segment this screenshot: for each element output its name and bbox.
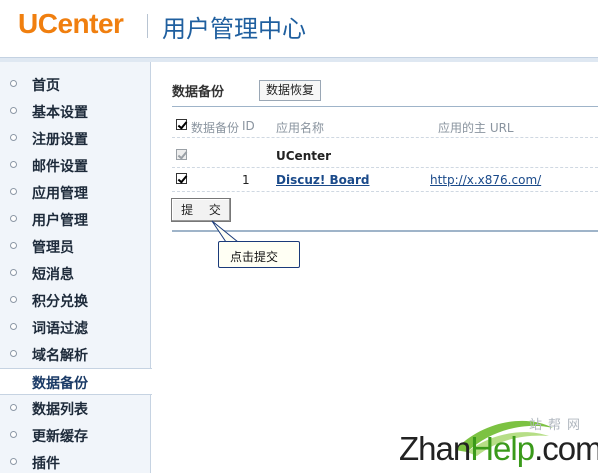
sidebar-item-home[interactable]: 首页 (0, 71, 151, 98)
row-id: 1 (242, 173, 250, 187)
header-divider (147, 14, 148, 38)
sidebar-item-register-settings[interactable]: 注册设置 (0, 125, 151, 152)
sidebar-item-mail-settings[interactable]: 邮件设置 (0, 152, 151, 179)
watermark-suffix: .com (534, 430, 598, 467)
watermark: 站帮网 ZhanHelp.com (393, 412, 598, 473)
section-title: 数据备份 (172, 85, 225, 100)
bullet-icon (10, 107, 17, 114)
row-app-name: UCenter (276, 149, 332, 163)
sidebar-item-label: 域名解析 (32, 348, 88, 364)
sidebar-item-label: 词语过滤 (32, 321, 88, 337)
bullet-icon (10, 134, 17, 141)
sidebar-item-label: 数据列表 (32, 402, 88, 418)
sidebar-item-update-cache[interactable]: 更新缓存 (0, 422, 151, 449)
bullet-icon (10, 215, 17, 222)
column-header-select: 数据备份 (191, 121, 240, 135)
sidebar-item-domain-resolve[interactable]: 域名解析 (0, 341, 151, 368)
submit-button[interactable]: 提 交 (171, 198, 231, 222)
bullet-icon (10, 323, 17, 330)
sidebar-item-label: 邮件设置 (32, 159, 88, 175)
sidebar-item-label: 管理员 (32, 240, 74, 256)
select-all-checkbox[interactable] (176, 119, 187, 130)
bullet-icon (10, 431, 17, 438)
watermark-prefix: Zhan (399, 430, 471, 467)
header: UCenter 用户管理中心 (0, 0, 598, 55)
sidebar-item-label: 基本设置 (32, 105, 88, 121)
sidebar-item-data-list[interactable]: 数据列表 (0, 395, 151, 422)
sidebar-item-label: 数据备份 (32, 376, 88, 392)
sidebar-item-messages[interactable]: 短消息 (0, 260, 151, 287)
sidebar-item-plugins[interactable]: 插件 (0, 449, 151, 473)
sidebar-item-app-management[interactable]: 应用管理 (0, 179, 151, 206)
row-app-url-link[interactable]: http://x.x876.com/ (430, 173, 541, 187)
form-divider (172, 230, 598, 232)
sidebar-item-label: 短消息 (32, 267, 74, 283)
sidebar: 首页 基本设置 注册设置 邮件设置 应用管理 用户管理 管理员 短消息 积分兑换… (0, 62, 152, 473)
callout-text: 点击提交 (230, 250, 279, 264)
submit-hint-callout: 点击提交 (218, 241, 300, 268)
sidebar-item-word-filter[interactable]: 词语过滤 (0, 314, 151, 341)
title-divider (172, 106, 598, 107)
watermark-logo-text: ZhanHelp.com (399, 430, 598, 468)
sidebar-item-admins[interactable]: 管理员 (0, 233, 151, 260)
row-checkbox[interactable] (176, 173, 187, 184)
sidebar-item-label: 应用管理 (32, 186, 88, 202)
sidebar-item-label: 插件 (32, 456, 60, 472)
table-header-row: 数据备份 ID 应用名称 应用的主 URL (172, 114, 598, 138)
app-title: 用户管理中心 (162, 15, 306, 43)
bullet-icon (10, 242, 17, 249)
row-checkbox[interactable] (176, 149, 187, 160)
sidebar-item-label: 用户管理 (32, 213, 88, 229)
column-header-name: 应用名称 (276, 121, 325, 135)
sidebar-item-label: 更新缓存 (32, 429, 88, 445)
data-restore-button[interactable]: 数据恢复 (259, 80, 322, 101)
sidebar-item-label: 注册设置 (32, 132, 88, 148)
ucenter-logo[interactable]: UCenter (18, 8, 124, 40)
table-row: 1 Discuz! Board http://x.x876.com/ (172, 168, 598, 192)
sidebar-item-credit-exchange[interactable]: 积分兑换 (0, 287, 151, 314)
column-header-id: ID (242, 119, 255, 133)
table-row: UCenter (172, 144, 598, 168)
sidebar-item-user-management[interactable]: 用户管理 (0, 206, 151, 233)
bullet-icon (10, 80, 17, 87)
watermark-green: Help (470, 430, 535, 467)
bullet-icon (10, 188, 17, 195)
sidebar-item-basic-settings[interactable]: 基本设置 (0, 98, 151, 125)
bullet-icon (10, 458, 17, 465)
bullet-icon (10, 296, 17, 303)
sidebar-item-data-backup[interactable]: 数据备份 (0, 368, 152, 395)
column-header-url: 应用的主 URL (438, 121, 514, 135)
bullet-icon (10, 404, 17, 411)
bullet-icon (10, 161, 17, 168)
bullet-icon (10, 269, 17, 276)
row-app-name-link[interactable]: Discuz! Board (276, 173, 370, 187)
sidebar-item-label: 首页 (32, 78, 60, 94)
bullet-icon (10, 350, 17, 357)
sidebar-item-label: 积分兑换 (32, 294, 88, 310)
